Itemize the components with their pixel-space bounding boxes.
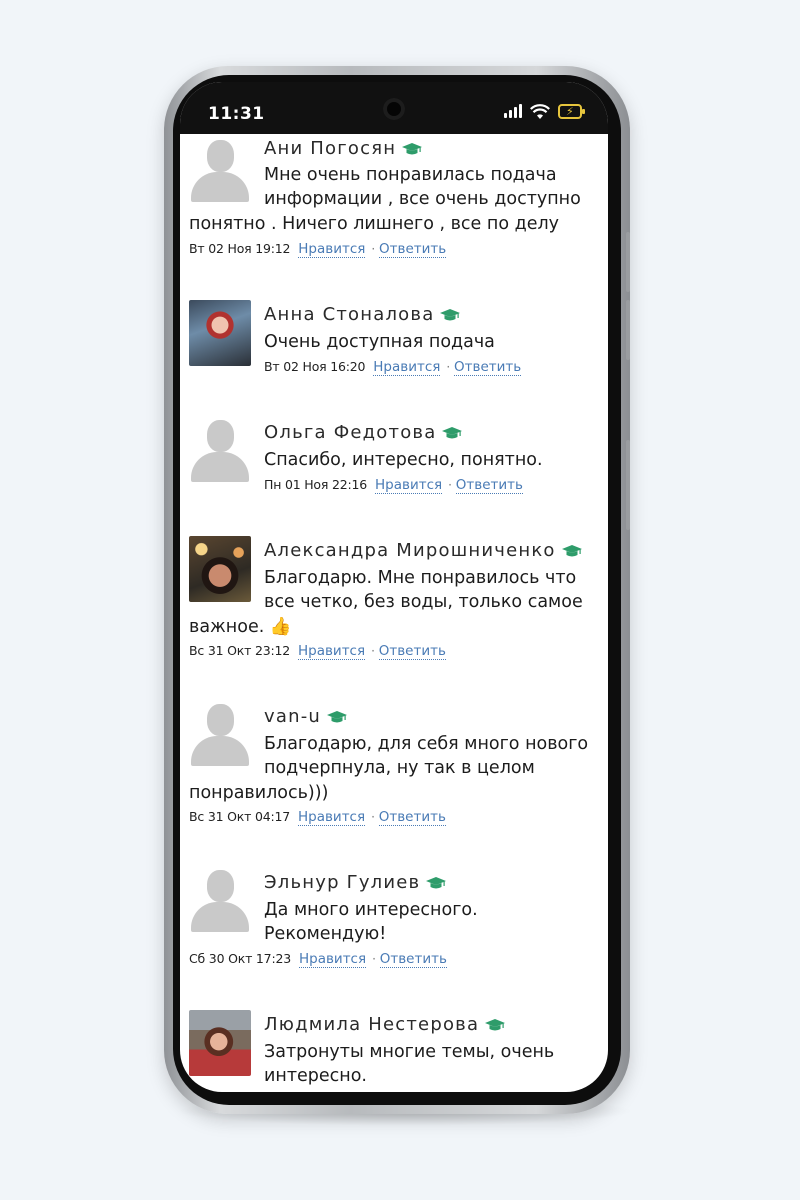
avatar-placeholder-icon[interactable]: [189, 418, 251, 484]
comment-text-line: Да много интересного.: [264, 900, 478, 920]
comment-author[interactable]: van-u: [264, 706, 347, 727]
comment-meta: Пн 01 Ноя 22:16 Нравится · Ответить: [264, 477, 523, 494]
comment-author[interactable]: Людмила Нестерова: [264, 1014, 506, 1035]
comment-text-line: информации , все очень доступно: [264, 189, 581, 209]
comment-text-line: понравилось))): [189, 783, 329, 803]
comment-author[interactable]: Ольга Федотова: [264, 422, 463, 443]
status-bar: 11:31 ⚡: [180, 82, 608, 134]
reply-link[interactable]: Ответить: [378, 643, 446, 660]
separator-dot: ·: [372, 952, 376, 966]
status-icons: ⚡: [502, 104, 592, 120]
comment-author[interactable]: Эльнур Гулиев: [264, 872, 447, 893]
reply-link[interactable]: Ответить: [454, 359, 522, 376]
volume-up-button: [626, 232, 630, 292]
like-link[interactable]: Нравится: [373, 359, 441, 376]
graduation-cap-icon: [485, 1019, 506, 1031]
graduation-cap-icon: [402, 143, 423, 155]
comment-text-line: Мне очень понравилась подача: [264, 165, 557, 185]
comment-meta: Вт 02 Ноя 19:12 Нравится · Ответить: [189, 241, 447, 258]
avatar-photo[interactable]: [189, 536, 251, 602]
like-link[interactable]: Нравится: [298, 241, 366, 258]
phone-screen: 11:31 ⚡ Ани Погосян Мне очень понравилас…: [180, 82, 608, 1092]
status-time: 11:31: [208, 104, 265, 124]
separator-dot: ·: [446, 360, 451, 374]
separator-dot: ·: [371, 810, 375, 824]
comment-text-line: все четко, без воды, только самое: [264, 592, 583, 612]
reply-link[interactable]: Ответить: [379, 241, 447, 258]
comment-text-line: Очень доступная подача: [264, 332, 495, 352]
comment-meta: Вс 31 Окт 23:12 Нравится · Ответить: [189, 643, 446, 660]
like-link[interactable]: Нравится: [297, 809, 366, 826]
wifi-icon: [530, 104, 550, 119]
power-button: [626, 440, 630, 530]
graduation-cap-icon: [442, 427, 463, 439]
comment-text-line: Благодарю, для себя много нового: [264, 734, 589, 754]
comment-text-line: Затронуты многие темы, очень: [264, 1042, 555, 1062]
graduation-cap-icon: [327, 711, 347, 723]
graduation-cap-icon: [440, 309, 461, 321]
volume-down-button: [626, 300, 630, 360]
battery-icon: ⚡: [558, 104, 585, 119]
like-link[interactable]: Нравится: [298, 951, 367, 968]
comment-author[interactable]: Анна Стоналова: [264, 304, 461, 325]
comment-date: Вт 02 Ноя 16:20: [264, 359, 366, 374]
comment-text-line: Рекомендую!: [264, 924, 387, 944]
separator-dot: ·: [371, 644, 375, 658]
comment-text-line: понятно . Ничего лишнего , все по делу: [189, 214, 560, 234]
comment-text-line: важное. 👍: [189, 617, 292, 637]
avatar-photo[interactable]: [189, 300, 251, 366]
comment-text-line: интересно.: [264, 1066, 367, 1086]
comment-text-line: Спасибо, интересно, понятно.: [264, 450, 543, 470]
comment-author[interactable]: Ани Погосян: [264, 138, 423, 159]
avatar-placeholder-icon[interactable]: [189, 868, 251, 934]
comment-text-line: Благодарю. Мне понравилось что: [264, 568, 577, 588]
separator-dot: ·: [448, 478, 452, 492]
comment-date: Пн 01 Ноя 22:16: [264, 477, 367, 492]
reply-link[interactable]: Ответить: [455, 477, 523, 494]
comment-text-line: подчерпнула, ну так в целом: [264, 758, 535, 778]
graduation-cap-icon: [561, 545, 582, 557]
avatar-placeholder-icon[interactable]: [189, 138, 251, 204]
comment-meta: Сб 30 Окт 17:23 Нравится · Ответить: [189, 951, 447, 968]
avatar-placeholder-icon[interactable]: [189, 702, 251, 768]
comment-meta: Вт 02 Ноя 16:20 Нравится · Ответить: [264, 359, 522, 376]
comment-meta: Вс 31 Окт 04:17 Нравится · Ответить: [189, 809, 446, 826]
like-link[interactable]: Нравится: [375, 477, 443, 494]
front-camera: [383, 98, 405, 120]
signal-icon: [504, 104, 524, 118]
reply-link[interactable]: Ответить: [379, 951, 447, 968]
graduation-cap-icon: [426, 877, 447, 889]
comment-date: Вс 31 Окт 04:17: [189, 809, 290, 824]
avatar-photo[interactable]: [189, 1010, 251, 1076]
comment-date: Сб 30 Окт 17:23: [189, 951, 291, 966]
reply-link[interactable]: Ответить: [378, 809, 446, 826]
like-link[interactable]: Нравится: [297, 643, 366, 660]
comment-date: Вс 31 Окт 23:12: [189, 643, 290, 658]
separator-dot: ·: [371, 242, 376, 256]
comment-author[interactable]: Александра Мирошниченко: [264, 540, 582, 561]
comment-date: Вт 02 Ноя 19:12: [189, 241, 291, 256]
